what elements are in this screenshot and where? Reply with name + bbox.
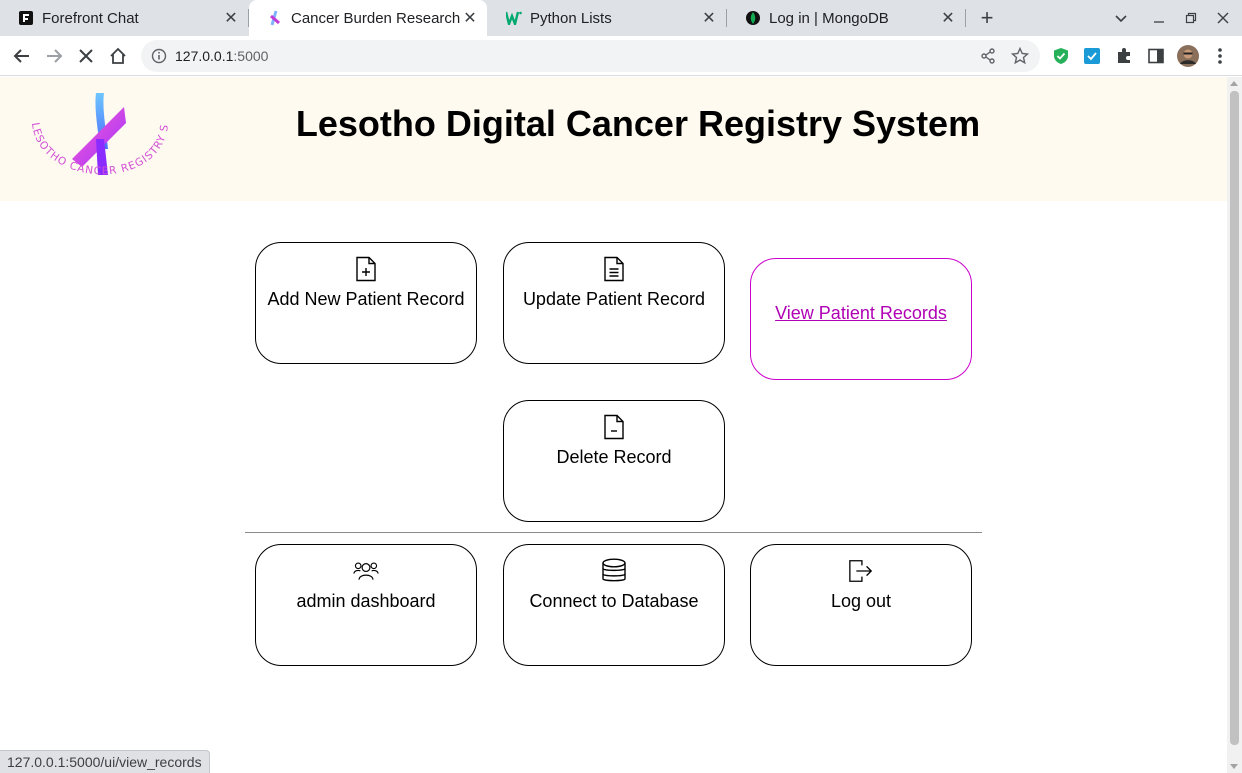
close-icon[interactable]: ✕ <box>939 9 957 27</box>
log-out-button[interactable]: Log out <box>750 544 972 666</box>
tab-title: Log in | MongoDB <box>769 9 889 27</box>
close-window-button[interactable] <box>1211 6 1235 30</box>
scroll-up-arrow[interactable] <box>1230 81 1238 86</box>
database-icon <box>601 557 627 585</box>
ribbon-favicon-icon <box>267 10 283 26</box>
tab-strip: Forefront Chat ✕ Cancer Burden Research … <box>0 0 1242 36</box>
star-icon <box>1011 47 1029 65</box>
address-bar[interactable]: 127.0.0.1:5000 <box>141 40 1040 72</box>
site-header: LESOTHO CANCER REGISTRY SYSTEM Lesotho D… <box>0 77 1227 201</box>
box-arrow-right-icon <box>848 557 874 585</box>
share-button[interactable] <box>976 44 1000 68</box>
view-patient-records-link[interactable]: View Patient Records <box>750 258 972 380</box>
page-viewport: LESOTHO CANCER REGISTRY SYSTEM Lesotho D… <box>0 77 1227 773</box>
delete-record-button[interactable]: Delete Record <box>503 400 725 522</box>
close-icon[interactable]: ✕ <box>700 9 718 27</box>
home-icon <box>110 47 126 64</box>
url-text: 127.0.0.1:5000 <box>175 48 269 64</box>
share-icon <box>981 48 995 64</box>
side-panel-button[interactable] <box>1145 45 1167 67</box>
page-scrollbar[interactable] <box>1227 77 1242 773</box>
forefront-favicon-icon <box>18 10 34 26</box>
card-label: Update Patient Record <box>522 289 706 309</box>
avatar-icon <box>1177 45 1199 67</box>
card-label: Connect to Database <box>529 591 699 611</box>
section-divider <box>245 532 982 533</box>
scrollbar-thumb[interactable] <box>1230 91 1239 745</box>
link-status-bar: 127.0.0.1:5000/ui/view_records <box>0 750 210 773</box>
info-icon <box>151 48 167 64</box>
w3schools-favicon-icon <box>506 10 522 26</box>
browser-toolbar: 127.0.0.1:5000 <box>0 36 1242 76</box>
mongodb-favicon-icon <box>745 10 761 26</box>
new-tab-button[interactable]: + <box>975 5 999 30</box>
shield-extension-button[interactable] <box>1050 45 1072 67</box>
bookmark-button[interactable] <box>1008 44 1032 68</box>
file-minus-icon <box>601 413 627 441</box>
shield-icon <box>1054 48 1068 64</box>
browser-menu-button[interactable] <box>1209 45 1231 67</box>
page-title: Lesotho Digital Cancer Registry System <box>295 103 981 144</box>
tab-search-button[interactable] <box>1109 6 1133 30</box>
connect-database-button[interactable]: Connect to Database <box>503 544 725 666</box>
forward-button[interactable] <box>40 42 68 70</box>
arrow-left-icon <box>13 49 29 63</box>
tab-forefront-chat[interactable]: Forefront Chat ✕ <box>0 0 248 36</box>
restore-button[interactable] <box>1179 6 1203 30</box>
tab-title: Forefront Chat <box>42 9 139 27</box>
home-button[interactable] <box>104 42 132 70</box>
card-label: Log out <box>830 591 892 611</box>
tab-python-lists[interactable]: Python Lists ✕ <box>488 0 726 36</box>
chevron-down-icon <box>1115 15 1127 23</box>
close-icon <box>79 49 93 63</box>
profile-avatar[interactable] <box>1177 45 1199 67</box>
puzzle-icon <box>1118 48 1130 63</box>
more-vert-icon <box>1218 48 1222 64</box>
stop-loading-button[interactable] <box>72 42 100 70</box>
update-patient-record-button[interactable]: Update Patient Record <box>503 242 725 364</box>
card-label: admin dashboard <box>296 591 436 611</box>
file-plus-icon <box>353 255 379 283</box>
admin-dashboard-button[interactable]: admin dashboard <box>255 544 477 666</box>
tab-separator <box>965 9 966 27</box>
tab-title: Python Lists <box>530 9 612 27</box>
tab-cancer-burden[interactable]: Cancer Burden Research P ✕ <box>249 0 487 36</box>
card-label: Add New Patient Record <box>267 289 465 309</box>
people-icon <box>353 557 379 585</box>
minimize-button[interactable] <box>1147 6 1171 30</box>
tab-mongodb[interactable]: Log in | MongoDB ✕ <box>727 0 965 36</box>
back-button[interactable] <box>8 42 36 70</box>
arrow-right-icon <box>47 49 63 63</box>
card-label: Delete Record <box>556 447 672 467</box>
close-icon[interactable]: ✕ <box>222 9 240 27</box>
extensions-button[interactable] <box>1113 45 1135 67</box>
scroll-down-arrow[interactable] <box>1230 764 1238 769</box>
tab-title: Cancer Burden Research P <box>291 9 461 27</box>
checkbox-icon <box>1084 48 1100 64</box>
checkbox-extension-button[interactable] <box>1081 45 1103 67</box>
card-label[interactable]: View Patient Records <box>775 303 947 324</box>
close-icon[interactable]: ✕ <box>461 9 479 27</box>
side-panel-icon <box>1148 48 1164 64</box>
add-patient-record-button[interactable]: Add New Patient Record <box>255 242 477 364</box>
file-text-icon <box>601 255 627 283</box>
